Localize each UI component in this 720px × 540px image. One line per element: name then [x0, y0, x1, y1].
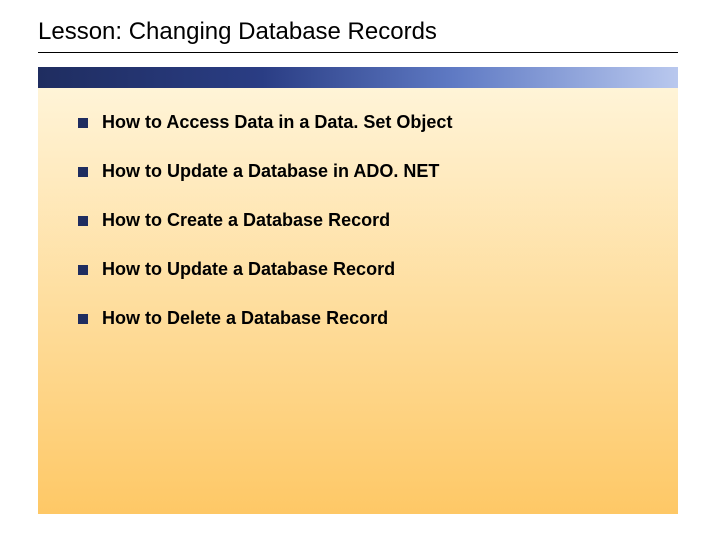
square-bullet-icon — [78, 314, 88, 324]
list-item-label: How to Update a Database in ADO. NET — [102, 161, 439, 182]
slide-title: Lesson: Changing Database Records — [38, 18, 437, 46]
list-item-label: How to Delete a Database Record — [102, 308, 388, 329]
square-bullet-icon — [78, 167, 88, 177]
list-item: How to Update a Database Record — [78, 259, 638, 280]
list-item: How to Create a Database Record — [78, 210, 638, 231]
list-item: How to Update a Database in ADO. NET — [78, 161, 638, 182]
header-band — [38, 67, 678, 88]
list-item-label: How to Access Data in a Data. Set Object — [102, 112, 452, 133]
square-bullet-icon — [78, 216, 88, 226]
square-bullet-icon — [78, 265, 88, 275]
square-bullet-icon — [78, 118, 88, 128]
bullet-list: How to Access Data in a Data. Set Object… — [78, 112, 638, 357]
list-item: How to Access Data in a Data. Set Object — [78, 112, 638, 133]
list-item-label: How to Update a Database Record — [102, 259, 395, 280]
list-item: How to Delete a Database Record — [78, 308, 638, 329]
title-underline — [38, 52, 678, 53]
list-item-label: How to Create a Database Record — [102, 210, 390, 231]
